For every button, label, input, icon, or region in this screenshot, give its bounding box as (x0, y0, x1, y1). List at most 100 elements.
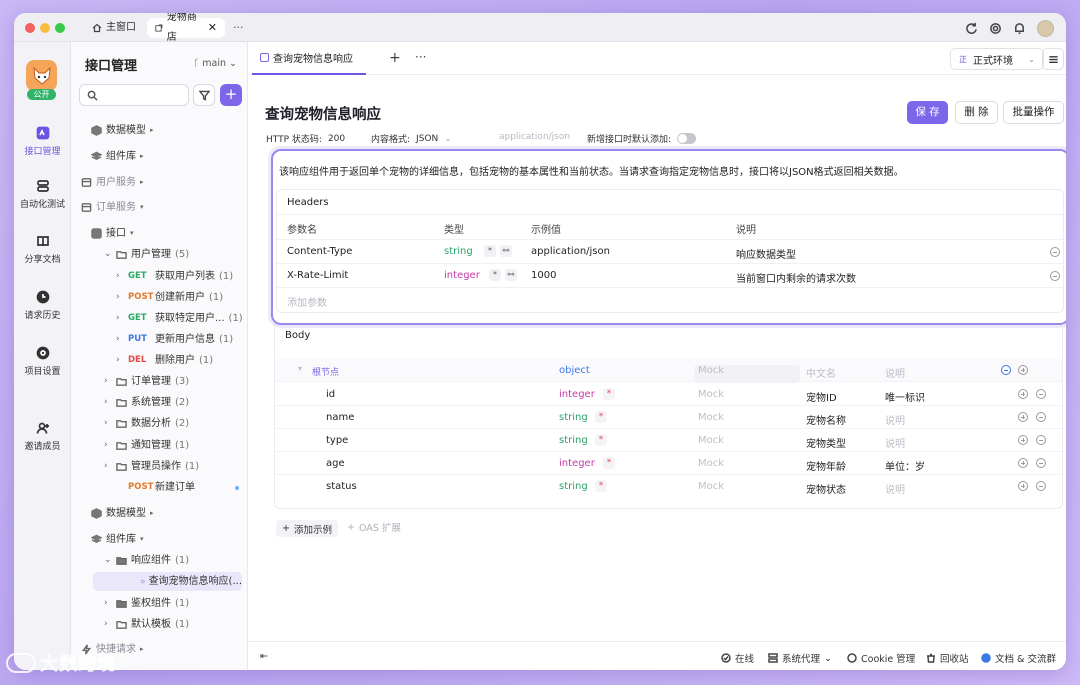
param-type[interactable]: string (444, 246, 473, 257)
component-description[interactable]: 该响应组件用于返回单个宠物的详细信息，包括宠物的基本属性和当前状态。当请求查询指… (279, 163, 904, 178)
remove-row-icon[interactable] (1050, 247, 1060, 257)
field-cn-name[interactable]: 宠物类型 (806, 435, 846, 450)
project-logo[interactable] (26, 60, 57, 91)
tree-node-query-pet-response[interactable]: 查询宠物信息响应(... (93, 572, 242, 591)
field-name[interactable]: name (326, 412, 354, 423)
rail-item-invite-members[interactable]: 邀请成员 (14, 421, 71, 452)
link-icon[interactable]: ⚯ (500, 245, 512, 257)
status-code-field[interactable]: HTTP 状态码: 200 (266, 132, 345, 146)
content-format-field[interactable]: 内容格式: JSON ⌄ (371, 132, 452, 146)
table-row[interactable]: type string * Mock 宠物类型 说明 (275, 429, 1062, 452)
param-name[interactable]: Content-Type (287, 246, 352, 257)
user-avatar[interactable] (1037, 19, 1054, 37)
desc-placeholder[interactable]: 说明 (885, 365, 905, 380)
more-tabs-icon[interactable]: ··· (233, 18, 244, 38)
required-icon[interactable]: * (603, 457, 615, 469)
save-button[interactable]: 保 存 (907, 101, 948, 124)
window-tab-home[interactable]: 主窗口 (84, 18, 144, 38)
tree-node-data-model-2[interactable]: 数据模型 ▸ (91, 504, 154, 523)
trash[interactable]: 回收站 (926, 651, 969, 665)
tree-node-order-management[interactable]: › 订单管理 (3) (104, 372, 189, 391)
tree-node-notification-management[interactable]: › 通知管理 (1) (104, 436, 189, 455)
tree-node-component-lib-2[interactable]: 组件库 ▾ (91, 530, 144, 549)
content-type-input[interactable]: application/json (499, 132, 570, 142)
rail-item-automation-test[interactable]: 自动化测试 (14, 179, 71, 210)
field-type[interactable]: object (559, 365, 590, 376)
tree-search-input[interactable] (79, 84, 189, 106)
field-type[interactable]: integer (559, 458, 595, 469)
remove-field-icon[interactable] (1036, 458, 1046, 468)
doc-tab-query-pet-response[interactable]: 查询宠物信息响应 (252, 42, 366, 75)
field-cn-name[interactable]: 宠物名称 (806, 412, 846, 427)
tree-node-get-user-list[interactable]: › GET 获取用户列表 (1) (116, 267, 233, 286)
tree-node-interface[interactable]: 接口 ▾ (91, 224, 134, 243)
close-tab-icon[interactable]: ✕ (208, 18, 217, 38)
param-description[interactable]: 当前窗口内剩余的请求次数 (736, 270, 856, 285)
field-description[interactable]: 说明 (885, 481, 905, 496)
bulk-operations-button[interactable]: 批量操作 (1003, 101, 1064, 124)
maximize-window-button[interactable] (55, 23, 65, 33)
bell-icon[interactable] (1013, 22, 1026, 35)
tree-node-delete-user[interactable]: › DEL 删除用户 (1) (116, 351, 213, 370)
field-type[interactable]: integer (559, 389, 595, 400)
tree-node-data-model[interactable]: 数据模型 ▸ (91, 121, 154, 140)
mock-placeholder[interactable]: Mock (698, 458, 724, 469)
tree-node-order-service[interactable]: 订单服务 ▾ (81, 198, 144, 217)
collapse-sidebar-icon[interactable]: ⇤ (260, 651, 268, 662)
body-root-row[interactable]: ▾ 根节点 object Mock 中文名 说明 (275, 359, 1062, 383)
param-example[interactable]: 1000 (531, 270, 556, 281)
tree-node-admin-operations[interactable]: › 管理员操作 (1) (104, 457, 199, 476)
refresh-icon[interactable] (965, 22, 978, 35)
more-icon[interactable]: ··· (415, 50, 426, 64)
online-status[interactable]: 在线 (721, 651, 754, 665)
remove-field-icon[interactable] (1036, 389, 1046, 399)
param-example[interactable]: application/json (531, 246, 610, 257)
rail-item-api-management[interactable]: 接口管理 (14, 126, 71, 157)
menu-button[interactable] (1042, 48, 1064, 70)
tree-node-component-lib[interactable]: 组件库 ▸ (91, 147, 144, 166)
close-window-button[interactable] (25, 23, 35, 33)
delete-button[interactable]: 删 除 (955, 101, 998, 124)
add-field-icon[interactable] (1018, 481, 1028, 491)
field-type[interactable]: string (559, 481, 588, 492)
default-add-toggle[interactable] (677, 133, 697, 144)
field-type[interactable]: string (559, 412, 588, 423)
new-tab-button[interactable]: + (389, 50, 401, 66)
field-description[interactable]: 单位：岁 (885, 458, 925, 473)
window-tab-pet-store[interactable]: 宠物商店 ✕ (147, 13, 225, 43)
branch-selector[interactable]: ᚴ main ⌄ (194, 58, 237, 69)
table-row[interactable]: status string * Mock 宠物状态 说明 (275, 475, 1062, 498)
remove-row-icon[interactable] (1050, 271, 1060, 281)
minimize-window-button[interactable] (40, 23, 50, 33)
add-field-icon[interactable] (1018, 389, 1028, 399)
add-field-icon[interactable] (1018, 435, 1028, 445)
param-description[interactable]: 响应数据类型 (736, 246, 796, 261)
field-description[interactable]: 唯一标识 (885, 389, 925, 404)
add-param-row[interactable]: 添加参数 (277, 287, 1063, 311)
add-example-button[interactable]: + 添加示例 (276, 520, 338, 537)
tree-node-data-analysis[interactable]: › 数据分析 (2) (104, 414, 189, 433)
field-name[interactable]: status (326, 481, 357, 492)
table-row[interactable]: Content-Type string * ⚯ application/json… (277, 239, 1063, 263)
add-field-icon[interactable] (1018, 365, 1028, 375)
tree-node-auth-components[interactable]: › 鉴权组件 (1) (104, 594, 189, 613)
rail-item-project-settings[interactable]: 项目设置 (14, 346, 71, 377)
remove-field-icon[interactable] (1036, 481, 1046, 491)
tree-node-default-templates[interactable]: › 默认模板 (1) (104, 615, 189, 634)
field-name[interactable]: age (326, 458, 345, 469)
tree-node-update-user[interactable]: › PUT 更新用户信息 (1) (116, 330, 233, 349)
tree-node-create-user[interactable]: › POST 创建新用户 (1) (116, 288, 223, 307)
required-icon[interactable]: * (595, 480, 607, 492)
mock-placeholder[interactable]: Mock (698, 481, 724, 492)
field-name[interactable]: id (326, 389, 335, 400)
oas-extension-button[interactable]: + OAS 扩展 (347, 520, 401, 535)
field-cn-name[interactable]: 宠物ID (806, 389, 837, 404)
mock-placeholder[interactable]: Mock (698, 435, 724, 446)
environment-select[interactable]: 正 正式环境 ⌄ (950, 48, 1044, 70)
table-row[interactable]: age integer * Mock 宠物年龄 单位：岁 (275, 452, 1062, 475)
collapse-all-icon[interactable] (1001, 365, 1011, 375)
param-name[interactable]: X-Rate-Limit (287, 270, 348, 281)
rail-item-request-history[interactable]: 请求历史 (14, 290, 71, 321)
mock-placeholder[interactable]: Mock (698, 412, 724, 423)
table-row[interactable]: X-Rate-Limit integer * ⚯ 1000 当前窗口内剩余的请求… (277, 263, 1063, 287)
